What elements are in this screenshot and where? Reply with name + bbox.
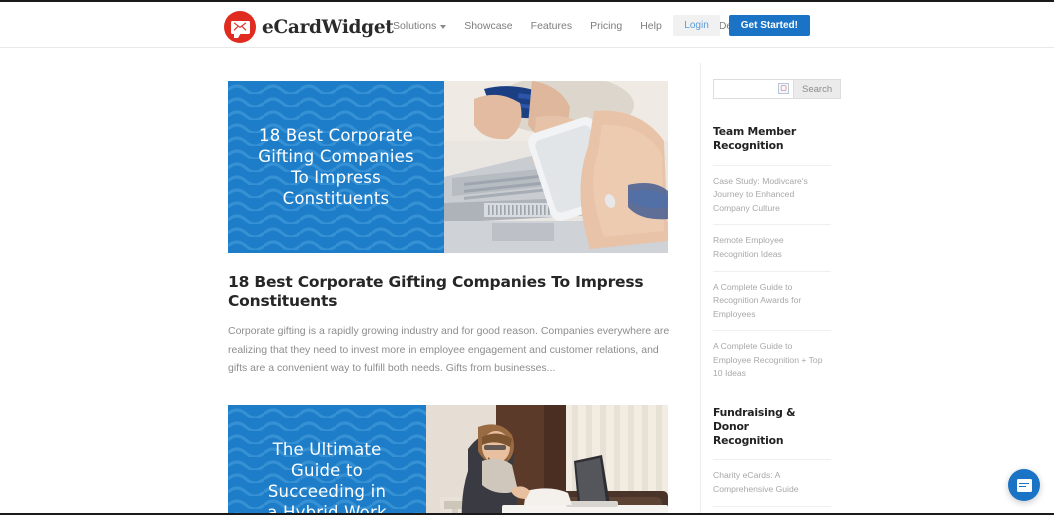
banner-title: The Ultimate Guide to Succeeding in a Hy… xyxy=(267,439,387,515)
browser-page: eCardWidget Solutions Showcase Features … xyxy=(0,0,1054,515)
chevron-down-icon xyxy=(440,24,447,29)
sidebar-link[interactable]: Case Study: Modivcare's Journey to Enhan… xyxy=(713,164,831,225)
post-photo xyxy=(444,81,668,253)
search-form: ▢ Search xyxy=(713,79,842,99)
chat-bubble-icon[interactable] xyxy=(1008,469,1040,501)
nav-label: Showcase xyxy=(464,20,513,32)
login-button[interactable]: Login xyxy=(673,15,720,36)
sidebar: ▢ Search Team Member Recognition Case St… xyxy=(713,79,842,513)
post-card: 18 Best Corporate Gifting Companies To I… xyxy=(228,81,670,377)
search-input-wrapper: ▢ xyxy=(713,79,793,99)
sidebar-link[interactable]: A Complete Guide to Employee Recognition… xyxy=(713,330,831,390)
chat-glyph xyxy=(1016,478,1032,492)
search-button[interactable]: Search xyxy=(793,79,842,99)
sidebar-link[interactable]: Thank Donors: Best Practices + Ideas xyxy=(713,505,831,513)
brand-logo[interactable]: eCardWidget xyxy=(224,10,394,44)
banner-text-pane: The Ultimate Guide to Succeeding in a Hy… xyxy=(228,405,426,515)
sidebar-link[interactable]: Remote Employee Recognition Ideas xyxy=(713,224,831,270)
credit-card-phone-laptop-photo xyxy=(444,81,668,253)
post-photo xyxy=(426,405,668,513)
envelope-glyph xyxy=(233,22,247,31)
post-card: The Ultimate Guide to Succeeding in a Hy… xyxy=(228,405,668,515)
brand-name: eCardWidget xyxy=(262,16,394,38)
banner-title: 18 Best Corporate Gifting Companies To I… xyxy=(258,125,414,209)
nav-label: Features xyxy=(530,20,573,32)
post-banner-image[interactable]: 18 Best Corporate Gifting Companies To I… xyxy=(228,81,668,253)
post-excerpt: Corporate gifting is a rapidly growing i… xyxy=(228,325,670,374)
sidebar-section-fundraising-donor-recognition: Fundraising & Donor Recognition Charity … xyxy=(713,405,831,513)
hybrid-work-family-photo xyxy=(426,405,668,513)
banner-text-pane: 18 Best Corporate Gifting Companies To I… xyxy=(228,81,444,253)
nav-item-showcase[interactable]: Showcase xyxy=(455,20,521,32)
get-started-button[interactable]: Get Started! xyxy=(728,15,810,36)
nav-item-solutions[interactable]: Solutions xyxy=(384,20,455,32)
sidebar-link[interactable]: A Complete Guide to Recognition Awards f… xyxy=(713,270,831,331)
sidebar-section-title: Team Member Recognition xyxy=(713,125,797,152)
content-area: 18 Best Corporate Gifting Companies To I… xyxy=(0,49,1054,515)
envelope-speech-bubble-icon xyxy=(224,11,256,43)
post-title[interactable]: 18 Best Corporate Gifting Companies To I… xyxy=(228,273,668,310)
nav-label: Help xyxy=(640,20,662,32)
nav-label: Pricing xyxy=(590,20,623,32)
sidebar-section-title: Fundraising & Donor Recognition xyxy=(713,405,796,447)
site-header: eCardWidget Solutions Showcase Features … xyxy=(0,4,1054,48)
post-banner-image[interactable]: The Ultimate Guide to Succeeding in a Hy… xyxy=(228,405,668,515)
nav-label: Solutions xyxy=(393,20,437,32)
header-actions: Login Get Started! xyxy=(673,15,810,36)
sidebar-link[interactable]: Charity eCards: A Comprehensive Guide xyxy=(713,459,831,505)
nav-item-features[interactable]: Features xyxy=(522,20,581,32)
sidebar-section-team-member-recognition: Team Member Recognition Case Study: Modi… xyxy=(713,125,831,390)
post-list: 18 Best Corporate Gifting Companies To I… xyxy=(228,81,670,515)
sidebar-divider xyxy=(700,63,701,513)
broken-image-icon: ▢ xyxy=(778,83,789,94)
nav-item-pricing[interactable]: Pricing xyxy=(581,20,631,32)
nav-item-help[interactable]: Help xyxy=(631,20,671,32)
